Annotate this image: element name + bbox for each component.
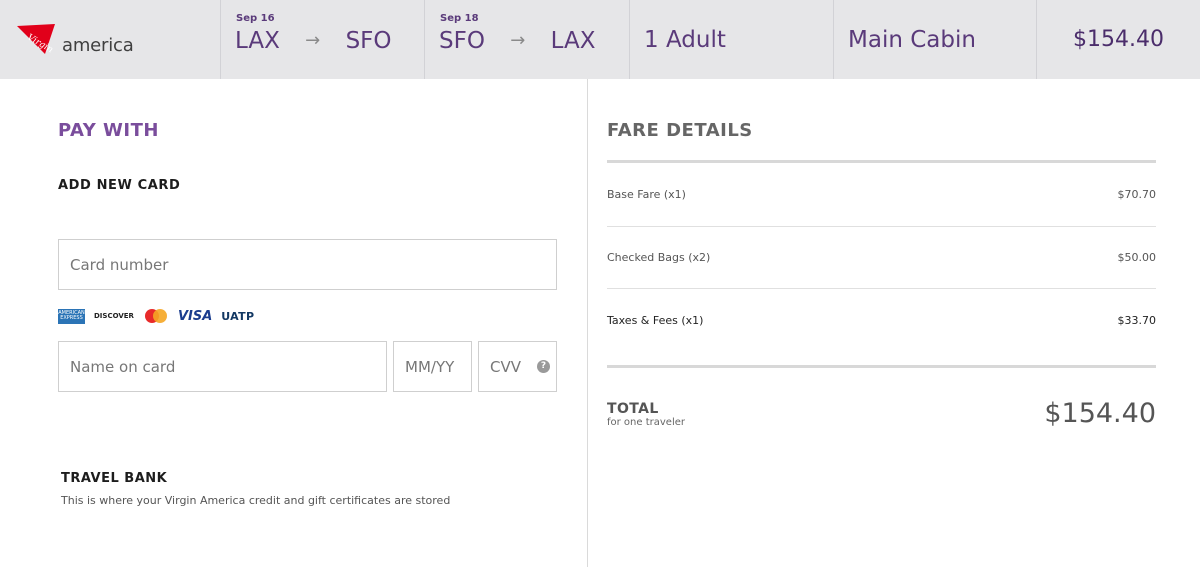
discover-logo-icon: DISCOVER — [94, 312, 134, 320]
arrow-right-icon: → — [510, 30, 526, 51]
add-new-card-heading: ADD NEW CARD — [58, 178, 181, 193]
total-subtitle: for one traveler — [607, 417, 685, 428]
divider — [607, 226, 1156, 227]
segment-return[interactable]: Sep 18 SFO → LAX — [425, 0, 630, 79]
mastercard-logo-icon — [143, 309, 169, 323]
travel-bank-title[interactable]: TRAVEL BANK — [61, 471, 167, 486]
fare-row-value: $33.70 — [1117, 314, 1157, 327]
fare-row: Taxes & Fees (x1) $33.70 — [607, 314, 1156, 327]
segment-from: SFO — [439, 28, 485, 54]
divider — [607, 288, 1156, 289]
uatp-logo-icon: UATP — [221, 309, 255, 323]
fare-details-title: FARE DETAILS — [607, 120, 753, 141]
payment-panel: PAY WITH ADD NEW CARD Card number AMERIC… — [0, 79, 588, 567]
divider — [607, 365, 1156, 368]
card-number-input[interactable]: Card number — [58, 239, 557, 290]
fare-row-label: Taxes & Fees (x1) — [607, 314, 704, 327]
expiry-input[interactable]: MM/YY — [393, 341, 472, 392]
help-icon[interactable]: ? — [537, 360, 550, 373]
pay-with-title: PAY WITH — [58, 120, 159, 141]
header-total-price: $154.40 — [1073, 27, 1164, 52]
divider — [607, 160, 1156, 163]
travel-bank-description: This is where your Virgin America credit… — [61, 494, 451, 507]
fare-row: Checked Bags (x2) $50.00 — [607, 251, 1156, 264]
name-on-card-input[interactable]: Name on card — [58, 341, 387, 392]
fare-row-label: Checked Bags (x2) — [607, 251, 711, 264]
total-price: $154.40 — [1044, 398, 1156, 429]
amex-logo-icon: AMERICAN EXPRESS — [58, 308, 85, 324]
brand-name: america — [62, 35, 134, 56]
card-number-placeholder: Card number — [70, 255, 169, 274]
segment-from: LAX — [235, 28, 280, 54]
brand-logo[interactable]: Virgin america — [0, 0, 221, 79]
booking-summary-header: Virgin america Sep 16 LAX → SFO Sep 18 S… — [0, 0, 1200, 79]
fare-row-value: $50.00 — [1117, 251, 1157, 264]
fare-row: Base Fare (x1) $70.70 — [607, 188, 1156, 201]
segment-outbound[interactable]: Sep 16 LAX → SFO — [221, 0, 425, 79]
fare-details-panel: FARE DETAILS Base Fare (x1) $70.70 Check… — [589, 79, 1200, 567]
cvv-placeholder: CVV — [490, 357, 521, 376]
visa-logo-icon: VISA — [177, 308, 213, 324]
accepted-cards: AMERICAN EXPRESS DISCOVER VISA UATP — [58, 308, 254, 324]
cvv-input[interactable]: CVV ? — [478, 341, 557, 392]
total-label: TOTAL — [607, 401, 659, 417]
segment-to: SFO — [345, 28, 392, 54]
segment-date: Sep 18 — [440, 13, 479, 24]
segment-route: LAX → SFO — [235, 28, 392, 54]
arrow-right-icon: → — [305, 30, 321, 51]
expiry-placeholder: MM/YY — [405, 357, 455, 376]
fare-row-value: $70.70 — [1117, 188, 1157, 201]
fare-row-label: Base Fare (x1) — [607, 188, 686, 201]
segment-route: SFO → LAX — [439, 28, 596, 54]
segment-to: LAX — [550, 28, 596, 54]
name-on-card-placeholder: Name on card — [70, 357, 176, 376]
passenger-count[interactable]: 1 Adult — [630, 0, 834, 79]
virgin-logo-icon: Virgin — [17, 24, 55, 55]
segment-date: Sep 16 — [236, 13, 275, 24]
cabin-class[interactable]: Main Cabin — [834, 0, 1037, 79]
